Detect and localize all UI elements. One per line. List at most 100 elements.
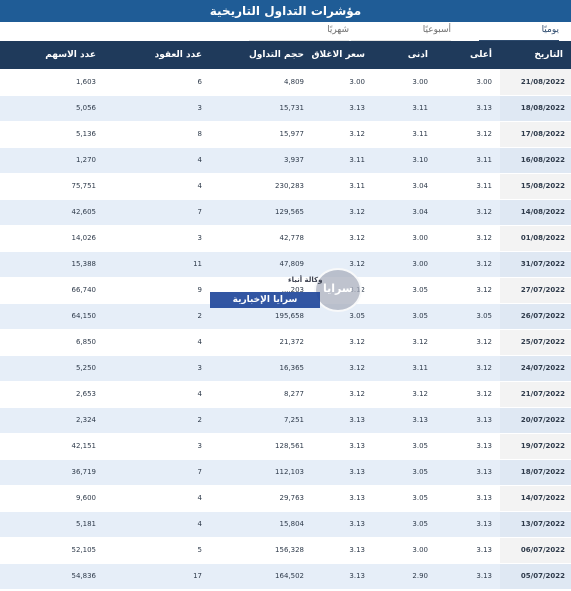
cell-high: 3.12 xyxy=(436,381,500,408)
cell-volume: 21,372 xyxy=(210,329,312,356)
cell-volume: 3,937 xyxy=(210,147,312,174)
cell-close: 3.12 xyxy=(312,199,373,226)
cell-shares: 64,150 xyxy=(0,303,104,330)
table-row: 18/07/2022 3.13 3.05 3.13 112,103 7 36,719 xyxy=(0,459,571,486)
cell-shares: 75,751 xyxy=(0,173,104,200)
cell-high: 3.13 xyxy=(436,485,500,512)
cell-high: 3.12 xyxy=(436,199,500,226)
cell-shares: 5,250 xyxy=(0,355,104,382)
tab-monthly[interactable]: شهريًا xyxy=(249,25,349,41)
table-row: 14/08/2022 3.12 3.04 3.12 129,565 7 42,605 xyxy=(0,199,571,226)
cell-low: 3.05 xyxy=(373,511,436,538)
table-row: 15/08/2022 3.11 3.04 3.11 230,283 4 75,751 xyxy=(0,173,571,200)
cell-contracts: 4 xyxy=(104,147,210,174)
cell-volume: 230,283 xyxy=(210,173,312,200)
cell-high: 3.13 xyxy=(436,433,500,460)
tab-daily[interactable]: يوميًا xyxy=(479,25,559,41)
column-header-date: التاريخ xyxy=(500,41,571,69)
cell-date: 19/07/2022 xyxy=(500,433,571,460)
cell-contracts: 7 xyxy=(104,459,210,486)
cell-volume: 29,763 xyxy=(210,485,312,512)
cell-high: 3.12 xyxy=(436,329,500,356)
cell-volume: 15,977 xyxy=(210,121,312,148)
cell-volume: 164,502 xyxy=(210,563,312,590)
column-header-contracts: عدد العقود xyxy=(104,41,210,69)
page-title: مؤشرات التداول التاريخية xyxy=(0,0,571,22)
cell-high: 3.05 xyxy=(436,303,500,330)
cell-shares: 5,181 xyxy=(0,511,104,538)
table-row: 05/07/2022 3.13 2.90 3.13 164,502 17 54,836 xyxy=(0,563,571,590)
cell-close: 3.12 xyxy=(312,329,373,356)
table-row: 18/08/2022 3.13 3.11 3.13 15,731 3 5,056 xyxy=(0,95,571,122)
cell-close: 3.13 xyxy=(312,459,373,486)
table-row: 01/08/2022 3.12 3.00 3.12 42,778 3 14,026 xyxy=(0,225,571,252)
cell-shares: 36,719 xyxy=(0,459,104,486)
cell-contracts: 3 xyxy=(104,355,210,382)
cell-volume: 129,565 xyxy=(210,199,312,226)
column-header-high: أعلى xyxy=(436,41,500,69)
cell-contracts: 4 xyxy=(104,173,210,200)
cell-volume: 15,731 xyxy=(210,95,312,122)
cell-date: 21/07/2022 xyxy=(500,381,571,408)
cell-contracts: 2 xyxy=(104,407,210,434)
cell-low: 3.00 xyxy=(373,251,436,278)
cell-contracts: 4 xyxy=(104,485,210,512)
cell-low: 3.05 xyxy=(373,303,436,330)
table-row: 13/07/2022 3.13 3.05 3.13 15,804 4 5,181 xyxy=(0,511,571,538)
cell-volume: 16,365 xyxy=(210,355,312,382)
cell-low: 3.10 xyxy=(373,147,436,174)
cell-low: 3.05 xyxy=(373,433,436,460)
table-header-row: التاريخ أعلى ادنى سعر الاغلاق حجم التداو… xyxy=(0,41,571,69)
tab-weekly[interactable]: أسبوعيًا xyxy=(351,25,451,41)
cell-low: 3.04 xyxy=(373,199,436,226)
cell-high: 3.11 xyxy=(436,147,500,174)
cell-contracts: 4 xyxy=(104,511,210,538)
cell-volume: 203,... xyxy=(210,277,312,304)
cell-close: 3.13 xyxy=(312,485,373,512)
cell-close: 3.12 xyxy=(312,251,373,278)
cell-high: 3.12 xyxy=(436,251,500,278)
table-row: 21/08/2022 3.00 3.00 3.00 4,809 6 1,603 xyxy=(0,69,571,96)
cell-shares: 66,740 xyxy=(0,277,104,304)
cell-contracts: 4 xyxy=(104,329,210,356)
cell-low: 3.12 xyxy=(373,329,436,356)
cell-shares: 1,603 xyxy=(0,69,104,96)
cell-date: 18/08/2022 xyxy=(500,95,571,122)
cell-close: 3.13 xyxy=(312,407,373,434)
table-body: 21/08/2022 3.00 3.00 3.00 4,809 6 1,603 18/08/2… xyxy=(0,69,571,590)
cell-close: 3.13 xyxy=(312,511,373,538)
cell-shares: 1,270 xyxy=(0,147,104,174)
cell-low: 3.13 xyxy=(373,407,436,434)
cell-volume: 195,658 xyxy=(210,303,312,330)
cell-date: 18/07/2022 xyxy=(500,459,571,486)
column-header-volume: حجم التداول xyxy=(210,41,312,69)
cell-close: 3.11 xyxy=(312,173,373,200)
cell-high: 3.13 xyxy=(436,511,500,538)
cell-low: 3.05 xyxy=(373,459,436,486)
cell-shares: 42,151 xyxy=(0,433,104,460)
cell-shares: 5,136 xyxy=(0,121,104,148)
cell-date: 31/07/2022 xyxy=(500,251,571,278)
cell-volume: 4,809 xyxy=(210,69,312,96)
cell-contracts: 8 xyxy=(104,121,210,148)
trading-history-table: التاريخ أعلى ادنى سعر الاغلاق حجم التداو… xyxy=(0,41,571,590)
table-row: 25/07/2022 3.12 3.12 3.12 21,372 4 6,850 xyxy=(0,329,571,356)
cell-high: 3.12 xyxy=(436,277,500,304)
table-row: 14/07/2022 3.13 3.05 3.13 29,763 4 9,600 xyxy=(0,485,571,512)
cell-volume: 42,778 xyxy=(210,225,312,252)
column-header-shares: عدد الاسهم xyxy=(0,41,104,69)
column-header-close: سعر الاغلاق xyxy=(312,41,373,69)
cell-contracts: 4 xyxy=(104,381,210,408)
table-row: 27/07/2022 3.12 3.05 3.12 203,... 9 66,740 xyxy=(0,277,571,304)
cell-shares: 9,600 xyxy=(0,485,104,512)
table-row: 21/07/2022 3.12 3.12 3.12 8,277 4 2,653 xyxy=(0,381,571,408)
column-header-low: ادنى xyxy=(373,41,436,69)
cell-date: 14/07/2022 xyxy=(500,485,571,512)
cell-high: 3.12 xyxy=(436,225,500,252)
cell-high: 3.12 xyxy=(436,355,500,382)
cell-close: 3.12 xyxy=(312,277,373,304)
period-tabs: يوميًا أسبوعيًا شهريًا xyxy=(0,22,571,41)
cell-date: 25/07/2022 xyxy=(500,329,571,356)
cell-low: 3.11 xyxy=(373,355,436,382)
cell-close: 3.12 xyxy=(312,121,373,148)
